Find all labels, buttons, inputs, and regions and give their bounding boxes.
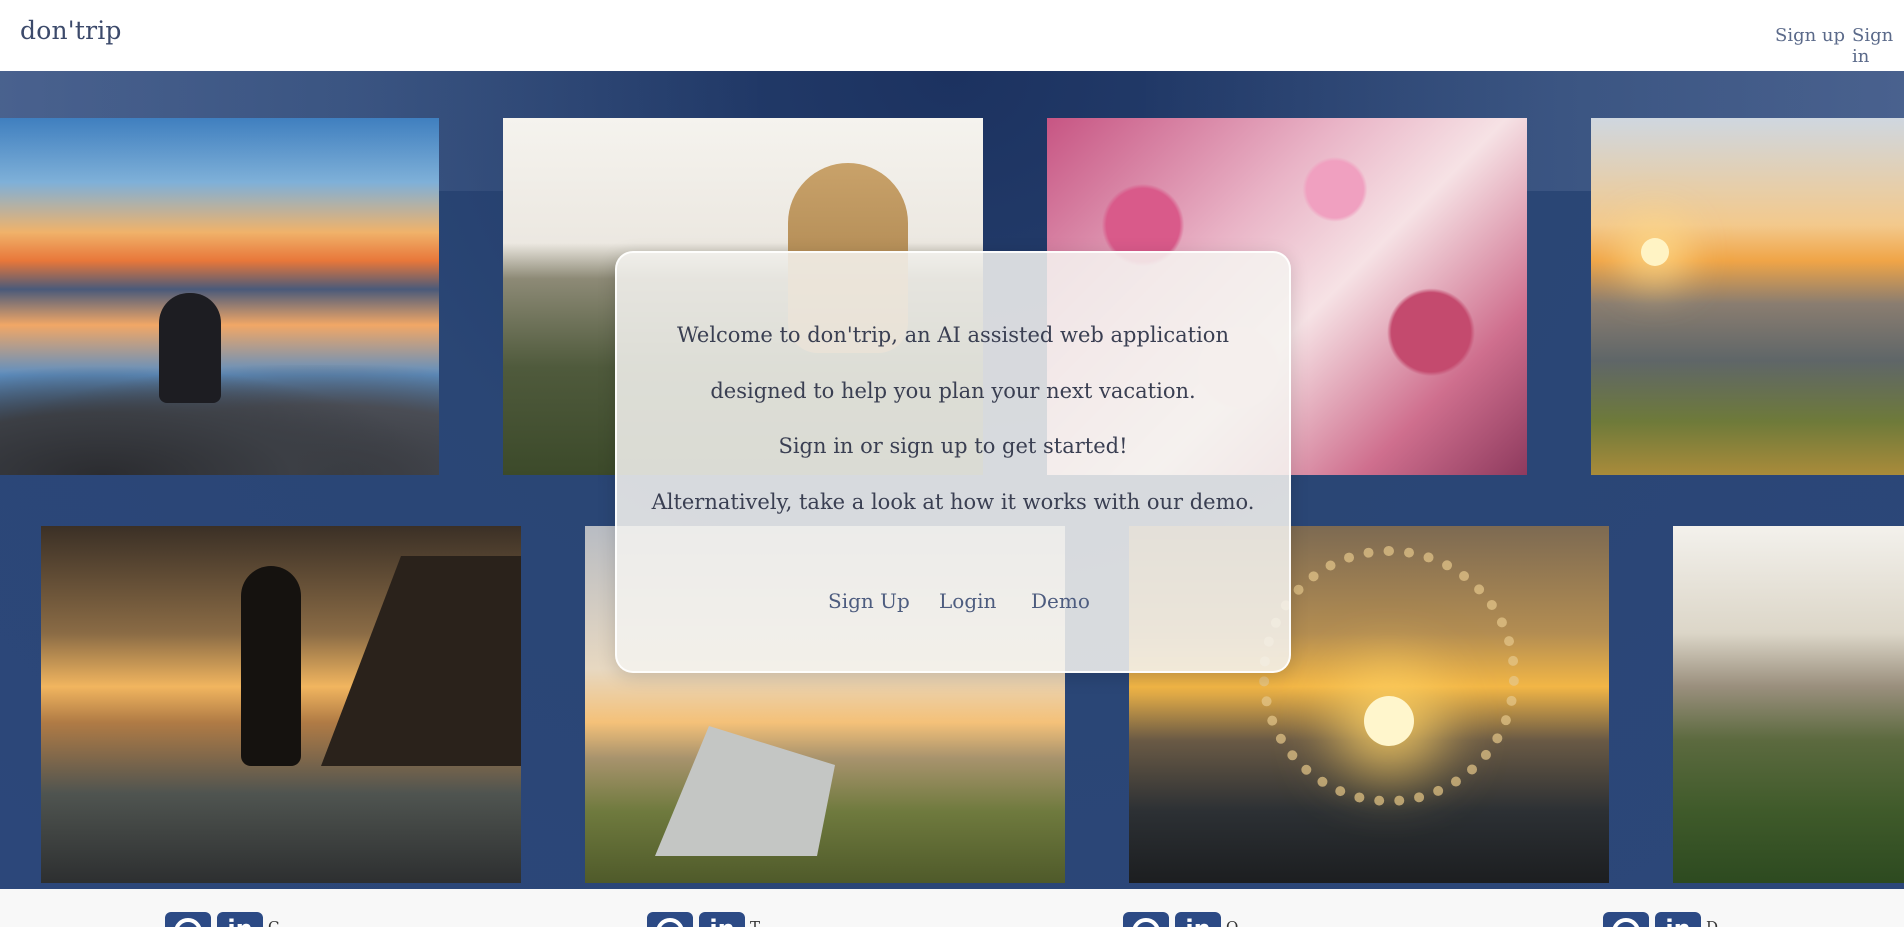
- water-arc-shape: [1259, 546, 1519, 806]
- linkedin-icon[interactable]: in: [1175, 912, 1221, 927]
- sun-glow: [1641, 238, 1669, 266]
- welcome-line-4: Alternatively, take a look at how it wor…: [651, 490, 1255, 514]
- linkedin-icon[interactable]: in: [1655, 912, 1701, 927]
- github-icon[interactable]: [1603, 912, 1649, 927]
- nav-signin-link[interactable]: Sign in: [1852, 25, 1904, 67]
- welcome-line-2: designed to help you plan your next vaca…: [710, 379, 1196, 403]
- login-button[interactable]: Login: [939, 589, 996, 613]
- team-footer: in C in T in O in D: [0, 889, 1904, 927]
- github-icon[interactable]: [647, 912, 693, 927]
- team-member-name: T: [750, 918, 761, 927]
- person-silhouette: [159, 293, 221, 403]
- linkedin-icon[interactable]: in: [217, 912, 263, 927]
- team-member-name: C: [268, 918, 280, 927]
- brand-logo[interactable]: don'trip: [20, 16, 122, 45]
- welcome-card: Welcome to don'trip, an AI assisted web …: [615, 251, 1291, 673]
- photo-surfer-sunset: [41, 526, 521, 883]
- sun-glow: [1364, 696, 1414, 746]
- top-navbar: don'trip Sign up Sign in: [0, 0, 1904, 71]
- team-member-name: O: [1226, 918, 1239, 927]
- photo-forest-mountain: [1673, 526, 1904, 883]
- photo-mountain-sunrise: [1591, 118, 1904, 475]
- linkedin-icon[interactable]: in: [699, 912, 745, 927]
- demo-button[interactable]: Demo: [1031, 589, 1090, 613]
- team-member-name: D: [1706, 918, 1719, 927]
- github-icon[interactable]: [165, 912, 211, 927]
- github-icon[interactable]: [1123, 912, 1169, 927]
- nav-signup-link[interactable]: Sign up: [1775, 25, 1845, 46]
- photo-lake-sunset: [0, 118, 439, 475]
- tent-shape: [655, 726, 835, 856]
- cliff-shape: [321, 556, 521, 766]
- welcome-line-3: Sign in or sign up to get started!: [778, 434, 1128, 458]
- man-silhouette: [241, 566, 301, 766]
- signup-button[interactable]: Sign Up: [828, 589, 910, 613]
- welcome-line-1: Welcome to don'trip, an AI assisted web …: [677, 323, 1229, 347]
